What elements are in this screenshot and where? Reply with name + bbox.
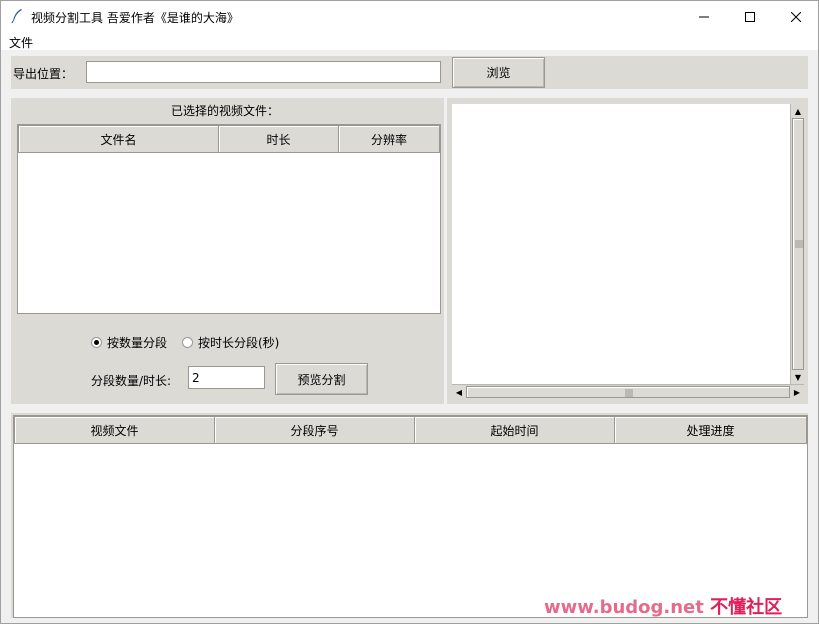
watermark-site: 不懂社区 [710,597,783,618]
minimize-icon [699,16,709,17]
column-header-duration[interactable]: 时长 [218,125,339,153]
watermark-url: www.budog.net [544,597,704,618]
title-bar: 视频分割工具 吾爱作者《是谁的大海》 [1,1,818,32]
scroll-right-icon[interactable]: ▶ [790,385,804,399]
scroll-left-icon[interactable]: ◀ [452,385,466,399]
browse-button[interactable]: 浏览 [452,57,545,88]
radio-by-count[interactable]: 按数量分段 [91,334,167,351]
scroll-up-icon[interactable]: ▲ [791,104,805,118]
column-header-filename[interactable]: 文件名 [18,125,219,153]
grip-icon [625,389,633,397]
column-header-video-file[interactable]: 视频文件 [14,416,215,444]
segment-input[interactable] [188,366,265,389]
export-path-input[interactable] [86,61,441,83]
segment-label: 分段数量/时长: [91,374,172,388]
window-title: 视频分割工具 吾爱作者《是谁的大海》 [31,11,239,25]
export-panel: 导出位置： 浏览 [11,56,808,89]
grip-icon [795,240,803,248]
menu-bar: 文件 [1,32,818,50]
preview-split-button[interactable]: 预览分割 [275,363,368,395]
column-header-resolution[interactable]: 分辨率 [338,125,440,153]
watermark: www.budog.net 不懂社区 [544,593,782,619]
preview-text-area[interactable] [452,104,790,384]
maximize-button[interactable] [727,1,773,32]
selected-files-header: 文件名 时长 分辨率 [18,125,440,153]
close-icon [791,11,801,22]
scroll-down-icon[interactable]: ▼ [791,370,805,384]
export-label: 导出位置： [13,67,74,81]
app-window: 视频分割工具 吾爱作者《是谁的大海》 文件 导出位置： 浏览 已选择的视频文件：… [0,0,819,624]
column-header-start-time[interactable]: 起始时间 [414,416,615,444]
selected-files-panel: 已选择的视频文件： 文件名 时长 分辨率 按数量分段 按时长分段(秒) 分段数量… [11,98,444,404]
preview-panel: ▲ ▼ ◀ ▶ [447,98,808,404]
vertical-scrollbar[interactable]: ▲ ▼ [790,104,805,384]
radio-indicator [182,337,193,348]
maximize-icon [745,11,755,22]
radio-label: 按时长分段(秒) [198,336,280,350]
results-panel: 视频文件 分段序号 起始时间 处理进度 [11,413,808,618]
menu-file[interactable]: 文件 [9,34,33,51]
horizontal-scrollbar[interactable]: ◀ ▶ [452,384,804,399]
results-header: 视频文件 分段序号 起始时间 处理进度 [14,416,807,444]
selected-files-label: 已选择的视频文件： [171,104,280,118]
column-header-progress[interactable]: 处理进度 [614,416,807,444]
radio-by-duration[interactable]: 按时长分段(秒) [182,334,279,351]
radio-label: 按数量分段 [107,336,168,350]
radio-indicator [91,337,102,348]
selected-files-list[interactable]: 文件名 时长 分辨率 [17,124,441,314]
results-list[interactable]: 视频文件 分段序号 起始时间 处理进度 [13,415,808,618]
feather-icon [10,8,24,24]
minimize-button[interactable] [681,1,727,32]
vertical-scroll-thumb[interactable] [792,118,804,370]
column-header-segment-index[interactable]: 分段序号 [214,416,415,444]
close-button[interactable] [773,1,819,32]
horizontal-scroll-thumb[interactable] [466,386,790,398]
